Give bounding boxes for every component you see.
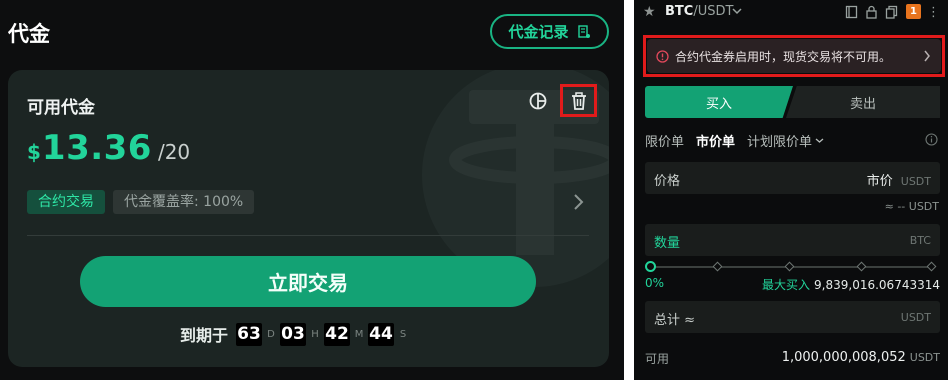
expiry-countdown: 到期于 63 D 03 H 42 M 44 S (180, 322, 408, 346)
max-buy-value: 9,839,016.06743314 (814, 278, 940, 292)
pair-base: BTC (665, 4, 694, 19)
price-estimate: ≈ -- USDT (884, 200, 939, 213)
tab-market-order[interactable]: 市价单 (696, 131, 735, 150)
voucher-record-label: 代金记录 (508, 23, 569, 41)
available-unit: USDT (909, 351, 940, 364)
lock-icon[interactable] (865, 5, 878, 19)
tab-plan-limit-order[interactable]: 计划限价单 (747, 131, 824, 150)
price-label: 价格 (654, 174, 681, 189)
info-icon[interactable] (925, 133, 938, 146)
voucher-card: 可用代金 $ 13.36 /20 合约交易 代金覆盖率: 100% 立即交易 到… (8, 70, 609, 367)
countdown-seconds-unit: S (399, 328, 407, 340)
chevron-right-icon[interactable] (571, 193, 585, 211)
page-title: 代金 (8, 22, 50, 46)
tab-plan-limit-label: 计划限价单 (747, 135, 813, 150)
pie-chart-icon[interactable] (528, 91, 548, 111)
total-field[interactable]: 总计 ≈ USDT (645, 301, 940, 333)
slider-handle[interactable] (645, 261, 656, 272)
more-icon[interactable]: ⋮ (927, 5, 940, 20)
total-label: 总计 ≈ (654, 313, 696, 328)
chevron-down-icon (815, 138, 824, 143)
countdown-hours-unit: H (311, 328, 319, 340)
expiry-label: 到期于 (180, 326, 229, 345)
countdown-hours: 03 (280, 322, 307, 346)
available-voucher-label: 可用代金 (27, 98, 95, 118)
pair-header: ★ BTC/USDT 1 ⋮ (634, 0, 948, 26)
spot-trade-panel: ★ BTC/USDT 1 ⋮ 合约代金券启用时，现货交易将不可用。 买入 卖出 … (634, 0, 948, 380)
book-icon[interactable] (845, 5, 858, 19)
countdown-seconds: 44 (368, 322, 395, 346)
tab-limit-order[interactable]: 限价单 (645, 131, 684, 150)
pair-quote: /USDT (693, 4, 734, 19)
coverage-tag: 代金覆盖率: 100% (113, 190, 255, 214)
order-type-tabs: 限价单 市价单 计划限价单 (645, 131, 824, 150)
spot-disabled-alert[interactable]: 合约代金券启用时，现货交易将不可用。 (647, 39, 941, 73)
quantity-field[interactable]: 数量 BTC (645, 224, 940, 256)
price-unit: USDT (900, 175, 931, 188)
buy-tab[interactable]: 买入 (645, 86, 793, 118)
countdown-minutes: 42 (324, 322, 351, 346)
divider (27, 235, 589, 236)
slider-percent: 0% (645, 276, 665, 290)
trading-pair-selector[interactable]: BTC/USDT (665, 4, 733, 19)
price-market-text: 市价 (866, 174, 893, 189)
slider-step-25[interactable] (712, 261, 723, 272)
voucher-balance: 13.36 (41, 128, 152, 168)
notification-badge[interactable]: 1 (906, 4, 921, 19)
slider-step-100[interactable] (926, 261, 937, 272)
quantity-label: 数量 (654, 236, 681, 251)
sell-tab[interactable]: 卖出 (786, 86, 940, 118)
max-buy: 最大买入 9,839,016.06743314 (762, 276, 940, 293)
voucher-total: /20 (157, 140, 191, 164)
countdown-days: 63 (236, 322, 263, 346)
trade-now-button[interactable]: 立即交易 (80, 256, 536, 307)
total-unit: USDT (900, 311, 931, 324)
copy-icon[interactable] (885, 5, 898, 19)
available-value: 1,000,000,008,052 (781, 350, 906, 365)
available-balance: 可用 1,000,000,008,052 USDT (645, 350, 940, 367)
max-buy-label: 最大买入 (762, 278, 811, 292)
alert-circle-icon (656, 49, 669, 63)
available-label: 可用 (645, 352, 670, 366)
chevron-right-icon[interactable] (923, 49, 931, 63)
price-field[interactable]: 价格 市价 USDT (645, 162, 940, 194)
receipt-icon (577, 24, 590, 38)
available-amount: 1,000,000,008,052 USDT (782, 350, 940, 365)
star-icon[interactable]: ★ (643, 4, 656, 20)
futures-trading-tag: 合约交易 (27, 190, 105, 214)
countdown-minutes-unit: M (354, 328, 364, 340)
quantity-unit: BTC (909, 234, 931, 247)
alert-text: 合约代金券启用时，现货交易将不可用。 (675, 49, 892, 64)
price-value: 市价 USDT (867, 170, 931, 189)
voucher-record-button[interactable]: 代金记录 (490, 14, 609, 49)
voucher-panel: 代金 代金记录 可用代金 $ 13.36 /20 合约交易 代金覆盖率: 100… (0, 0, 624, 380)
slider-step-75[interactable] (856, 261, 867, 272)
quantity-slider[interactable] (645, 260, 940, 274)
countdown-days-unit: D (267, 328, 275, 340)
trash-highlight-box (560, 84, 597, 117)
currency-symbol: $ (27, 140, 41, 164)
voucher-tags: 合约交易 代金覆盖率: 100% (27, 190, 255, 214)
slider-step-50[interactable] (784, 261, 795, 272)
chevron-down-icon[interactable] (732, 7, 742, 15)
voucher-amount: $ 13.36 /20 (27, 128, 190, 168)
